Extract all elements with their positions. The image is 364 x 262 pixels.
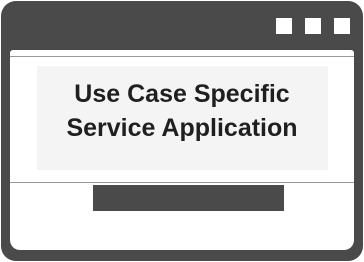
title-line-1: Use Case Specific xyxy=(74,80,290,108)
illustration: Use Case Specific Service Application xyxy=(0,0,364,262)
window-control-square-icon xyxy=(334,18,350,34)
placeholder-button xyxy=(93,185,284,211)
title-line-2: Service Application xyxy=(66,114,298,142)
browser-window-icon: Use Case Specific Service Application xyxy=(1,1,363,261)
page-title: Use Case Specific Service Application xyxy=(10,77,354,145)
window-content: Use Case Specific Service Application xyxy=(10,50,354,250)
window-control-square-icon xyxy=(276,18,292,34)
window-title-bar xyxy=(1,1,363,50)
window-control-square-icon xyxy=(305,18,321,34)
divider xyxy=(10,182,354,183)
divider xyxy=(10,56,354,57)
